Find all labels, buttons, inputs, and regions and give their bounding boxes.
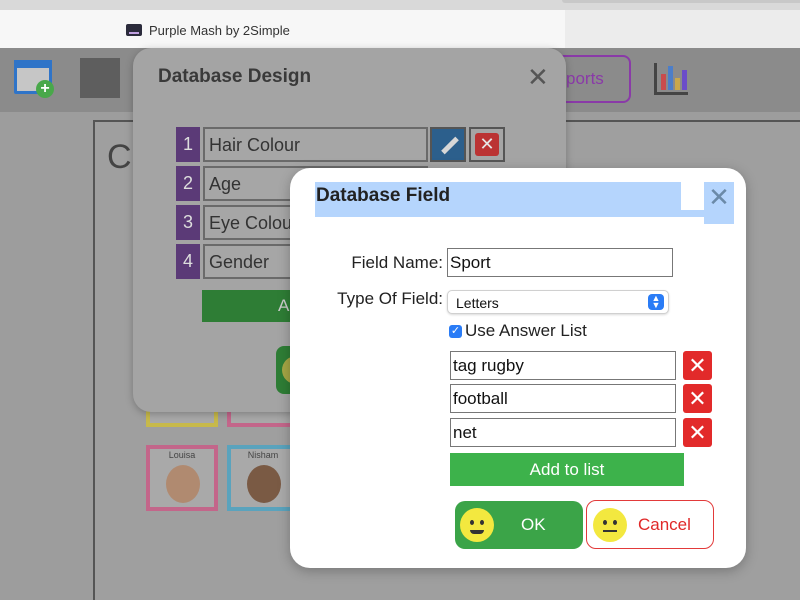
field-number: 3: [176, 205, 200, 240]
bar-chart-icon[interactable]: [654, 63, 688, 95]
title-selection-highlight: [315, 210, 720, 217]
answer-input[interactable]: tag rugby: [450, 351, 676, 380]
browser-top-bar: [0, 0, 800, 10]
close-icon: ✕: [688, 420, 707, 445]
field-name-box[interactable]: Hair Colour: [203, 127, 428, 162]
add-to-list-button[interactable]: Add to list: [450, 453, 684, 486]
record-card-louisa[interactable]: Louisa: [146, 445, 218, 511]
close-icon[interactable]: ✕: [704, 182, 734, 224]
ok-button[interactable]: OK: [455, 501, 583, 549]
close-icon: ✕: [475, 133, 499, 156]
design-dialog-title: Database Design: [158, 66, 312, 87]
chevron-updown-icon: ▲ ▼: [648, 294, 664, 310]
delete-answer-button[interactable]: ✕: [683, 384, 712, 413]
delete-answer-button[interactable]: ✕: [683, 418, 712, 447]
close-icon: ✕: [688, 386, 707, 411]
answer-input[interactable]: football: [450, 384, 676, 413]
cancel-label: Cancel: [638, 515, 691, 534]
database-field-dialog: Database Field ✕ Field Name: Sport Type …: [290, 168, 746, 568]
tab-title: Purple Mash by 2Simple: [149, 23, 290, 38]
field-name-label: Field Name:: [351, 253, 443, 272]
neutral-face-icon: [593, 508, 627, 542]
use-answer-list-label: Use Answer List: [465, 321, 587, 340]
delete-answer-button[interactable]: ✕: [683, 351, 712, 380]
close-icon: ✕: [688, 353, 707, 378]
ok-label: OK: [521, 515, 546, 534]
add-plus-icon: +: [36, 80, 54, 98]
field-number: 1: [176, 127, 200, 162]
canvas-heading: C: [107, 138, 132, 176]
answer-input[interactable]: net: [450, 418, 676, 447]
type-of-field-label: Type Of Field:: [337, 289, 443, 308]
add-field-label: A: [278, 296, 290, 315]
browser-chrome: Purple Mash by 2Simple: [0, 0, 800, 48]
reports-label: ports: [566, 69, 604, 88]
type-selected-value: Letters: [456, 295, 499, 311]
use-answer-list-checkbox[interactable]: ✓: [449, 325, 462, 338]
cancel-button[interactable]: Cancel: [586, 500, 714, 549]
card-name: Nisham: [247, 450, 279, 460]
delete-field-button[interactable]: ✕: [469, 127, 505, 162]
field-name-input[interactable]: Sport: [447, 248, 673, 277]
pencil-icon[interactable]: [430, 127, 466, 162]
field-number: 2: [176, 166, 200, 201]
purple-mash-favicon-icon: [126, 24, 142, 36]
field-dialog-title: Database Field: [315, 182, 681, 210]
close-icon[interactable]: ✕: [527, 64, 549, 90]
card-name: Louisa: [168, 450, 196, 460]
table-grid-icon[interactable]: [80, 58, 120, 98]
avatar: [166, 465, 200, 503]
happy-face-icon: [460, 508, 494, 542]
type-of-field-select[interactable]: Letters ▲ ▼: [447, 290, 669, 314]
field-number: 4: [176, 244, 200, 279]
record-card-nisham[interactable]: Nisham: [227, 445, 299, 511]
avatar: [247, 465, 281, 503]
